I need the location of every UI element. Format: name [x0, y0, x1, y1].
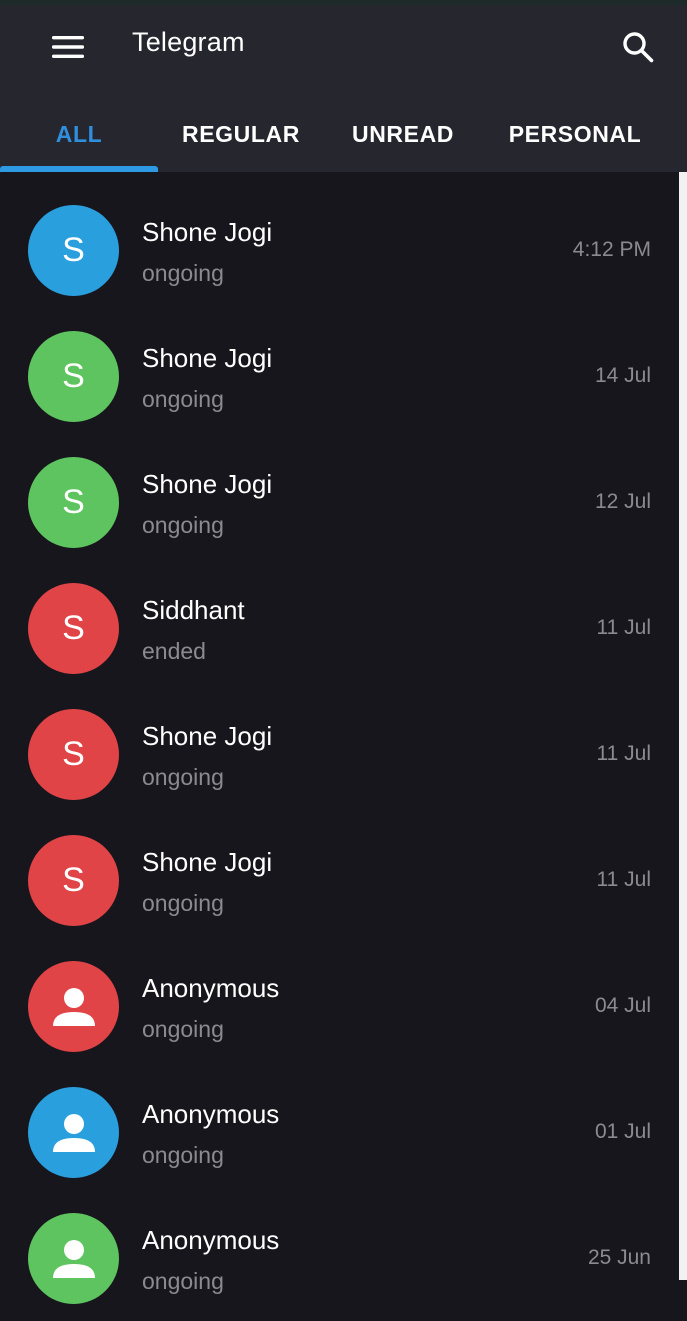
person-icon — [52, 1239, 95, 1278]
chat-time: 04 Jul — [594, 994, 651, 1017]
avatar — [28, 1213, 119, 1304]
tab-bar: ALL REGULAR UNREAD PERSONAL — [0, 97, 687, 172]
menu-button[interactable] — [44, 29, 92, 65]
chat-time: 14 Jul — [594, 364, 651, 387]
avatar: S — [28, 583, 119, 674]
chat-row[interactable]: S Shone Jogi ongoing 14 Jul — [0, 313, 679, 439]
avatar — [28, 1087, 119, 1178]
chat-name: Shone Jogi — [142, 847, 273, 877]
chat-time: 12 Jul — [594, 490, 651, 513]
chat-time: 25 Jun — [587, 1246, 651, 1269]
scroll-edge — [679, 172, 687, 1280]
chat-status: ended — [142, 638, 206, 664]
chat-name: Anonymous — [142, 1099, 280, 1129]
app-header: Telegram ALL REGULAR UNREAD PERSONAL — [0, 5, 687, 172]
avatar: S — [28, 709, 119, 800]
chat-status: ongoing — [142, 386, 224, 412]
chat-name: Shone Jogi — [142, 469, 273, 499]
chat-name: Shone Jogi — [142, 721, 273, 751]
search-icon — [623, 32, 654, 63]
chat-status: ongoing — [142, 1016, 224, 1042]
chat-status: ongoing — [142, 1142, 224, 1168]
chat-name: Anonymous — [142, 973, 280, 1003]
chat-time: 01 Jul — [594, 1120, 651, 1143]
chat-row[interactable]: S Shone Jogi ongoing 12 Jul — [0, 439, 679, 565]
chat-status: ongoing — [142, 890, 224, 916]
avatar — [28, 961, 119, 1052]
chat-row[interactable]: S Shone Jogi ongoing 4:12 PM — [0, 187, 679, 313]
chat-row[interactable]: Anonymous ongoing 25 Jun — [0, 1195, 679, 1321]
chat-status: ongoing — [142, 512, 224, 538]
tab-regular[interactable]: REGULAR — [162, 97, 320, 172]
chat-time: 11 Jul — [596, 742, 651, 765]
avatar: S — [28, 457, 119, 548]
chat-time: 4:12 PM — [572, 238, 651, 261]
app-title: Telegram — [132, 27, 245, 57]
avatar: S — [28, 835, 119, 926]
search-button[interactable] — [614, 25, 662, 69]
chat-status: ongoing — [142, 1268, 224, 1294]
hamburger-menu-icon — [52, 36, 84, 58]
chat-name: Siddhant — [142, 595, 245, 625]
chat-time: 11 Jul — [596, 868, 651, 891]
chat-row[interactable]: Anonymous ongoing 04 Jul — [0, 943, 679, 1069]
chat-name: Shone Jogi — [142, 217, 273, 247]
chat-name: Anonymous — [142, 1225, 280, 1255]
avatar: S — [28, 205, 119, 296]
chat-time: 11 Jul — [596, 616, 651, 639]
chat-row[interactable]: S Shone Jogi ongoing 11 Jul — [0, 817, 679, 943]
chat-row[interactable]: S Shone Jogi ongoing 11 Jul — [0, 691, 679, 817]
tab-unread[interactable]: UNREAD — [324, 97, 482, 172]
avatar: S — [28, 331, 119, 422]
person-icon — [52, 987, 95, 1026]
tab-all[interactable]: ALL — [0, 97, 158, 172]
chat-status: ongoing — [142, 260, 224, 286]
chat-row[interactable]: Anonymous ongoing 01 Jul — [0, 1069, 679, 1195]
chat-status: ongoing — [142, 764, 224, 790]
chat-name: Shone Jogi — [142, 343, 273, 373]
tab-personal[interactable]: PERSONAL — [486, 97, 664, 172]
chat-row[interactable]: S Siddhant ended 11 Jul — [0, 565, 679, 691]
person-icon — [52, 1113, 95, 1152]
active-tab-indicator — [0, 166, 158, 172]
